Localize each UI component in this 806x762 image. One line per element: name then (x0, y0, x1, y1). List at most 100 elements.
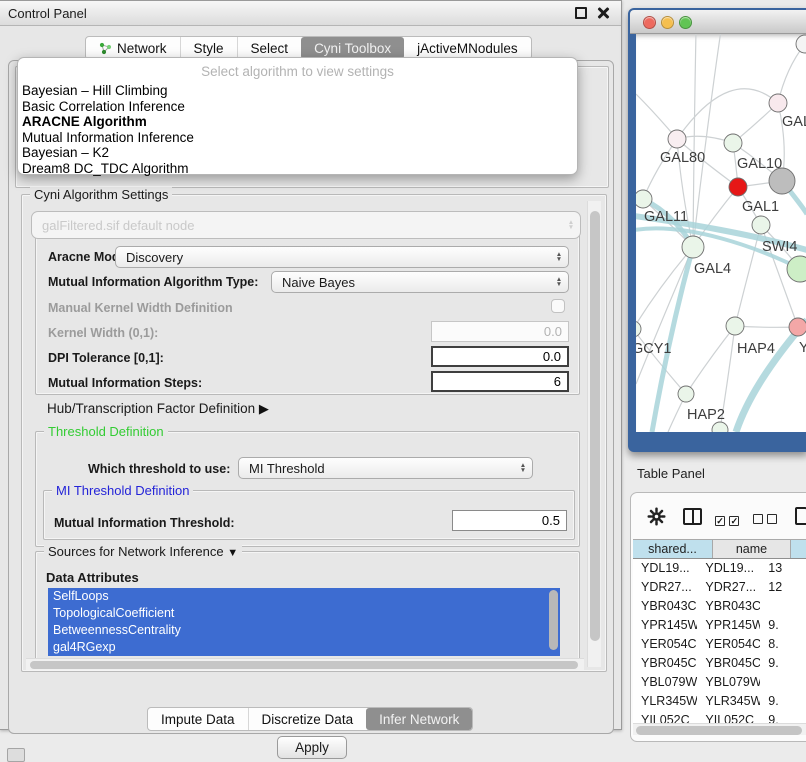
attribute-item-gal4rgexp[interactable]: gal4RGexp (48, 639, 560, 656)
network-edge[interactable] (778, 44, 805, 103)
table-cell: 8. (760, 635, 806, 654)
network-edge[interactable] (677, 89, 778, 139)
algorithm-option-aracne-algorithm[interactable]: ARACNE Algorithm (18, 114, 577, 130)
control-panel-titlebar[interactable]: Control Panel (0, 1, 621, 26)
node-swi4[interactable] (787, 256, 806, 282)
network-edge[interactable] (736, 320, 806, 432)
mi-steps-label: Mutual Information Steps: (48, 376, 202, 390)
column-header-3[interactable] (791, 540, 806, 558)
combo-stepper-icon: ▲▼ (516, 463, 532, 473)
node-salmon[interactable] (789, 318, 806, 336)
algorithm-option-dream8-dc-tdc-algorithm[interactable]: Dream8 DC_TDC Algorithm (18, 161, 577, 177)
dpi-tolerance-field[interactable] (431, 346, 569, 367)
node-hap2[interactable] (678, 386, 694, 402)
tab-impute-data[interactable]: Impute Data (148, 708, 248, 730)
network-edge[interactable] (693, 34, 721, 247)
table-source-value: galFiltered.sif default node (32, 218, 564, 233)
column-header-shared[interactable]: shared... (633, 540, 713, 558)
table-cell: YDR27... (633, 578, 697, 597)
collapsed-panel-button[interactable] (7, 748, 25, 762)
settings-horizontal-scrollbar[interactable] (26, 658, 584, 670)
node-bottom-partial[interactable] (712, 422, 728, 432)
table-cell: YDL19... (697, 559, 760, 578)
tab-cyni-toolbox[interactable]: Cyni Toolbox (301, 37, 404, 59)
node-gcy1-label: GCY1 (636, 341, 672, 357)
network-canvas[interactable]: GALGAL80GAL10GAL1GAL11SWI4GAL4GCY1HAP4YH… (636, 34, 806, 432)
tab-jactivemnodules[interactable]: jActiveMNodules (404, 37, 531, 59)
algorithm-option-bayesian-k2[interactable]: Bayesian – K2 (18, 145, 577, 161)
node-gray[interactable] (769, 168, 795, 194)
attribute-item-selfloops[interactable]: SelfLoops (48, 588, 560, 605)
node-gal-partial[interactable] (769, 94, 787, 112)
apply-button[interactable]: Apply (277, 736, 347, 759)
table-horizontal-scrollbar[interactable] (633, 723, 806, 735)
node-gal4[interactable] (682, 236, 704, 258)
column-header-name[interactable]: name (713, 540, 791, 558)
table-source-combobox[interactable]: galFiltered.sif default node ▲▼ (31, 211, 581, 239)
table-row[interactable]: YIL052CYIL052C9. (633, 711, 806, 723)
aracne-mode-value: Discovery (116, 250, 552, 265)
table-cell: YBR043C (697, 597, 760, 616)
deselect-all-columns-icon[interactable] (753, 511, 777, 529)
table-cell: YBL079W (633, 673, 697, 692)
table-row[interactable]: YBL079WYBL079W (633, 673, 806, 692)
network-edge[interactable] (652, 247, 693, 432)
manual-kernel-checkbox[interactable] (551, 299, 565, 313)
table-row[interactable]: YBR045CYBR045C9. (633, 654, 806, 673)
settings-vertical-scrollbar[interactable] (587, 201, 601, 667)
which-threshold-combobox[interactable]: MI Threshold ▲▼ (238, 457, 533, 479)
node-gcy1[interactable] (636, 321, 641, 337)
gear-icon[interactable] (647, 507, 666, 531)
close-traffic-light-icon[interactable] (643, 16, 656, 29)
table-row[interactable]: YBR043CYBR043C (633, 597, 806, 616)
network-edge[interactable] (643, 139, 677, 199)
node-swi4-neighbor[interactable] (752, 216, 770, 234)
data-attributes-label: Data Attributes (46, 570, 139, 585)
table-row[interactable]: YLR345WYLR345W9. (633, 692, 806, 711)
zoom-traffic-light-icon[interactable] (679, 16, 692, 29)
sources-group: Sources for Network Inference ▼ Data Att… (35, 551, 580, 667)
mi-threshold-field[interactable] (452, 510, 567, 531)
table-row[interactable]: YPR145WYPR145W9. (633, 616, 806, 635)
tab-discretize-data[interactable]: Discretize Data (248, 708, 367, 730)
node-gal80[interactable] (668, 130, 686, 148)
node-top-partial[interactable] (796, 35, 806, 53)
export-table-icon[interactable] (795, 507, 806, 525)
split-columns-icon[interactable] (683, 508, 702, 525)
table-cell: YIL052C (697, 711, 760, 723)
tab-infer-network[interactable]: Infer Network (366, 708, 472, 730)
mi-steps-field[interactable] (431, 371, 569, 392)
attribute-item-betweennesscentrality[interactable]: BetweennessCentrality (48, 622, 560, 639)
mi-algorithm-type-combobox[interactable]: Naive Bayes ▲▼ (271, 271, 569, 293)
attributes-list-scrollbar[interactable] (549, 590, 558, 650)
expanded-arrow-icon[interactable]: ▼ (227, 547, 238, 559)
table-row[interactable]: YDL19...YDL19...13 (633, 559, 806, 578)
hub-tf-definition-toggle[interactable]: Hub/Transcription Factor Definition ▶ (47, 401, 269, 417)
table-row[interactable]: YER054CYER054C8. (633, 635, 806, 654)
network-edge[interactable] (693, 34, 696, 247)
float-window-icon[interactable] (575, 7, 587, 19)
node-gal11[interactable] (636, 190, 652, 208)
network-window-titlebar[interactable] (630, 10, 806, 34)
select-all-columns-icon[interactable]: ✓ ✓ (715, 511, 739, 529)
attribute-item-topologicalcoefficient[interactable]: TopologicalCoefficient (48, 605, 560, 622)
algorithm-option-basic-correlation-inference[interactable]: Basic Correlation Inference (18, 99, 577, 115)
aracne-mode-combobox[interactable]: Discovery ▲▼ (115, 246, 569, 268)
minimize-traffic-light-icon[interactable] (661, 16, 674, 29)
algorithm-option-bayesian-hill-climbing[interactable]: Bayesian – Hill Climbing (18, 83, 577, 99)
tab-network[interactable]: Network (86, 37, 180, 59)
table-row[interactable]: YDR27...YDR27...12 (633, 578, 806, 597)
node-hap4[interactable] (726, 317, 744, 335)
network-edge[interactable] (686, 326, 735, 394)
tab-select[interactable]: Select (237, 37, 302, 59)
close-icon[interactable] (597, 7, 609, 19)
network-edge[interactable] (735, 326, 798, 327)
tab-style[interactable]: Style (180, 37, 237, 59)
kernel-width-field[interactable] (431, 321, 569, 342)
node-gal1[interactable] (729, 178, 747, 196)
combo-stepper-icon: ▲▼ (552, 252, 568, 262)
node-gal10[interactable] (724, 134, 742, 152)
algorithm-option-mutual-information-inference[interactable]: Mutual Information Inference (18, 130, 577, 146)
sources-title: Sources for Network Inference ▼ (44, 544, 242, 559)
control-panel-title: Control Panel (8, 6, 87, 21)
